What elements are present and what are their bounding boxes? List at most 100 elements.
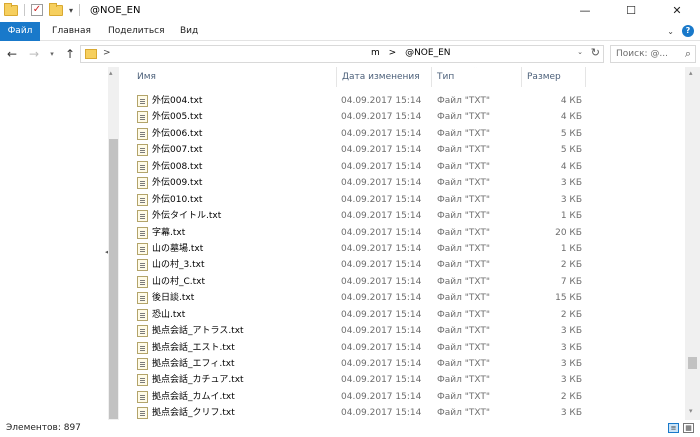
text-file-icon	[137, 325, 148, 338]
table-row[interactable]: 外伝006.txt 04.09.2017 15:14 Файл "TXT" 5 КБ	[122, 126, 684, 142]
file-name[interactable]: 拠点会話_エフィ.txt	[152, 356, 235, 372]
large-icons-view-icon[interactable]: ▦	[683, 423, 694, 433]
search-input[interactable]: Поиск: @... ⌕	[610, 45, 696, 63]
breadcrumb-separator[interactable]: >	[389, 48, 397, 58]
tab-home[interactable]: Главная	[42, 22, 101, 41]
file-name[interactable]: 後日談.txt	[152, 290, 194, 306]
file-date: 04.09.2017 15:14	[341, 161, 422, 172]
table-row[interactable]: 外伝004.txt 04.09.2017 15:14 Файл "TXT" 4 КБ	[122, 93, 684, 109]
forward-arrow-icon[interactable]: →	[26, 46, 42, 62]
file-name[interactable]: 山の村_3.txt	[152, 257, 204, 273]
tab-file[interactable]: Файл	[0, 22, 40, 41]
table-row[interactable]: 山の村_C.txt 04.09.2017 15:14 Файл "TXT" 7 КБ	[122, 274, 684, 290]
file-name[interactable]: 山の墓場.txt	[152, 241, 203, 257]
new-folder-icon[interactable]	[49, 2, 63, 16]
scrollbar-thumb[interactable]	[109, 139, 118, 419]
file-date: 04.09.2017 15:14	[341, 96, 422, 106]
table-row[interactable]: 拠点会話_アトラス.txt 04.09.2017 15:14 Файл "TXT" 3…	[122, 323, 684, 339]
file-date: 04.09.2017 15:14	[341, 145, 422, 156]
file-type: Файл "TXT"	[437, 342, 491, 353]
file-size: 2 КБ	[560, 391, 582, 402]
file-name[interactable]: 外伝タイトル.txt	[152, 208, 221, 224]
address-dropdown-icon[interactable]: ⌄	[577, 48, 583, 56]
table-row[interactable]: 山の村_3.txt 04.09.2017 15:14 Файл "TXT" 2 КБ	[122, 257, 684, 273]
file-size: 1 КБ	[560, 211, 582, 222]
properties-icon[interactable]: ✓	[31, 4, 43, 16]
file-name[interactable]: 外伝005.txt	[152, 109, 202, 125]
breadcrumb-item-m[interactable]: m	[371, 48, 380, 58]
recent-locations-icon[interactable]: ▾	[44, 46, 60, 62]
tab-view[interactable]: Вид	[170, 22, 208, 41]
text-file-icon	[137, 144, 148, 157]
up-arrow-icon[interactable]: ↑	[62, 46, 78, 62]
table-row[interactable]: 字幕.txt 04.09.2017 15:14 Файл "TXT" 20 КБ	[122, 225, 684, 241]
folder-icon	[85, 49, 97, 59]
breadcrumb-item-current[interactable]: @NOE_EN	[405, 48, 450, 58]
tab-share[interactable]: Поделиться	[98, 22, 175, 41]
help-icon[interactable]: ?	[682, 25, 694, 37]
file-size: 3 КБ	[560, 375, 582, 386]
file-date: 04.09.2017 15:14	[341, 243, 422, 254]
details-view-icon[interactable]: ≡	[668, 423, 679, 433]
search-icon[interactable]: ⌕	[685, 47, 691, 61]
address-bar[interactable]: > m > @NOE_EN ⌄ ↻	[80, 45, 604, 63]
table-row[interactable]: 外伝007.txt 04.09.2017 15:14 Файл "TXT" 5 КБ	[122, 142, 684, 158]
table-row[interactable]: 後日談.txt 04.09.2017 15:14 Файл "TXT" 15 КБ	[122, 290, 684, 306]
table-row[interactable]: 拠点会話_カチュア.txt 04.09.2017 15:14 Файл "TXT" 3…	[122, 372, 684, 388]
file-name[interactable]: 字幕.txt	[152, 225, 185, 241]
table-row[interactable]: 拠点会話_エフィ.txt 04.09.2017 15:14 Файл "TXT" 3 …	[122, 356, 684, 372]
file-name[interactable]: 外伝009.txt	[152, 175, 202, 191]
table-row[interactable]: 外伝008.txt 04.09.2017 15:14 Файл "TXT" 4 КБ	[122, 159, 684, 175]
text-file-icon	[137, 177, 148, 190]
breadcrumb-chevron-icon[interactable]: >	[103, 48, 111, 58]
table-row[interactable]: 恐山.txt 04.09.2017 15:14 Файл "TXT" 2 КБ	[122, 307, 684, 323]
close-button[interactable]: ✕	[654, 0, 700, 22]
file-name[interactable]: 外伝006.txt	[152, 126, 202, 142]
file-name[interactable]: 山の村_C.txt	[152, 274, 205, 290]
navigation-scrollbar[interactable]: ▴	[108, 67, 119, 420]
file-type: Файл "TXT"	[437, 227, 491, 238]
table-row[interactable]: 拠点会話_クリフ.txt 04.09.2017 15:14 Файл "TXT" 3 …	[122, 405, 684, 420]
table-row[interactable]: 外伝005.txt 04.09.2017 15:14 Файл "TXT" 4 КБ	[122, 109, 684, 125]
refresh-icon[interactable]: ↻	[591, 46, 600, 59]
file-type: Файл "TXT"	[437, 145, 491, 156]
file-name[interactable]: 拠点会話_カチュア.txt	[152, 372, 244, 388]
table-row[interactable]: 外伝タイトル.txt 04.09.2017 15:14 Файл "TXT" 1 КБ	[122, 208, 684, 224]
file-name[interactable]: 外伝008.txt	[152, 159, 202, 175]
table-row[interactable]: 外伝009.txt 04.09.2017 15:14 Файл "TXT" 3 КБ	[122, 175, 684, 191]
table-row[interactable]: 拠点会話_エスト.txt 04.09.2017 15:14 Файл "TXT" 3 …	[122, 340, 684, 356]
file-name[interactable]: 恐山.txt	[152, 307, 185, 323]
scroll-down-icon[interactable]: ▾	[689, 407, 693, 415]
title-bar: ✓ ▾ @NOE_EN — ☐ ✕	[0, 0, 700, 22]
file-type: Файл "TXT"	[437, 243, 491, 254]
text-file-icon	[137, 127, 148, 140]
table-row[interactable]: 外伝010.txt 04.09.2017 15:14 Файл "TXT" 3 КБ	[122, 192, 684, 208]
scroll-up-icon[interactable]: ▴	[109, 69, 113, 77]
file-list-scrollbar[interactable]: ▴ ▾	[685, 67, 700, 420]
file-size: 1 КБ	[560, 243, 582, 254]
text-file-icon	[137, 160, 148, 173]
back-arrow-icon[interactable]: ←	[4, 46, 20, 62]
customize-toolbar-icon[interactable]: ▾	[69, 6, 73, 15]
expand-ribbon-icon[interactable]: ⌄	[667, 27, 674, 36]
text-file-icon	[137, 390, 148, 403]
file-date: 04.09.2017 15:14	[341, 293, 422, 304]
file-size: 15 КБ	[555, 293, 582, 304]
file-name[interactable]: 外伝010.txt	[152, 192, 202, 208]
file-name[interactable]: 拠点会話_クリフ.txt	[152, 405, 235, 420]
scrollbar-thumb[interactable]	[688, 357, 697, 369]
file-name[interactable]: 拠点会話_カムイ.txt	[152, 389, 235, 405]
table-row[interactable]: 山の墓場.txt 04.09.2017 15:14 Файл "TXT" 1 КБ	[122, 241, 684, 257]
navigation-pane[interactable]	[0, 67, 107, 420]
file-name[interactable]: 拠点会話_アトラス.txt	[152, 323, 244, 339]
file-name[interactable]: 拠点会話_エスト.txt	[152, 340, 235, 356]
text-file-icon	[137, 275, 148, 288]
file-name[interactable]: 外伝004.txt	[152, 93, 202, 109]
file-size: 4 КБ	[560, 96, 582, 106]
table-row[interactable]: 拠点会話_カムイ.txt 04.09.2017 15:14 Файл "TXT" 2 …	[122, 389, 684, 405]
scroll-up-icon[interactable]: ▴	[689, 69, 693, 77]
file-name[interactable]: 外伝007.txt	[152, 142, 202, 158]
minimize-button[interactable]: —	[562, 0, 608, 22]
maximize-button[interactable]: ☐	[608, 0, 654, 22]
text-file-icon	[137, 111, 148, 124]
